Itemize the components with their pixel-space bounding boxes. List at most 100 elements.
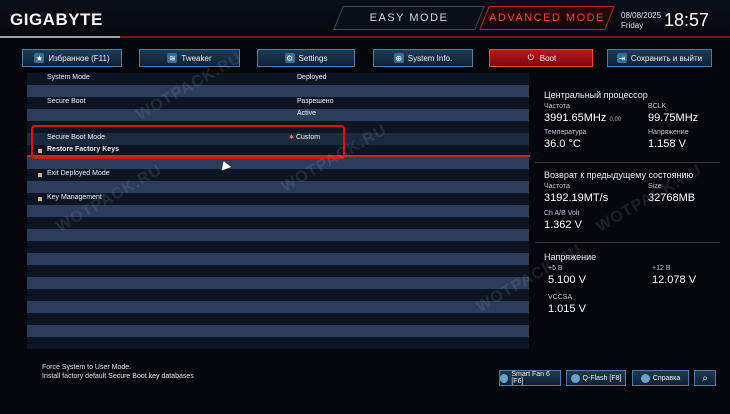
temperature-label: Температура xyxy=(544,129,587,136)
setting-row-secure-boot-status: Active xyxy=(27,109,529,121)
setting-row-secure-boot[interactable]: Secure Boot Разрешено xyxy=(27,97,529,109)
section-divider xyxy=(535,242,720,243)
setting-row-spacer xyxy=(27,217,529,229)
cpu-frequency-value: 3991.65MHz 0.00 xyxy=(544,112,622,124)
setting-row-system-mode[interactable]: System Mode Deployed xyxy=(27,73,529,85)
setting-label: Key Management xyxy=(47,194,102,201)
tab-label: Settings xyxy=(298,53,328,63)
setting-row-spacer xyxy=(27,325,529,337)
search-button[interactable]: ⌕ xyxy=(694,370,716,386)
cpu-voltage-label: Напряжение xyxy=(648,129,689,136)
main-tabs: ★ Избранное (F11) ≋ Tweaker ⚙ Settings ⊕… xyxy=(22,49,712,67)
date-display: 08/08/2025 Friday xyxy=(621,11,661,31)
info-icon: ⊕ xyxy=(393,53,404,63)
setting-row-spacer xyxy=(27,313,529,325)
setting-row-spacer xyxy=(27,85,529,97)
setting-label: System Mode xyxy=(47,74,90,81)
memory-size-value: 32768MB xyxy=(648,192,696,204)
help-line: Force System to User Mode. xyxy=(42,364,132,371)
tab-settings[interactable]: ⚙ Settings xyxy=(257,49,355,67)
power-icon: ⏻ xyxy=(527,53,534,62)
easy-mode-label: EASY MODE xyxy=(369,12,449,24)
tab-label: Boot xyxy=(539,53,557,63)
memory-frequency: Частота 3192.19MT/s xyxy=(544,183,608,204)
setting-row-exit-deployed[interactable]: Exit Deployed Mode xyxy=(27,169,529,181)
qflash-button[interactable]: Q-Flash [F8] xyxy=(566,370,626,386)
clock: 18:57 xyxy=(664,10,710,30)
day-text: Friday xyxy=(621,21,644,30)
easy-mode-button[interactable]: EASY MODE xyxy=(333,6,485,30)
vccsa-label: VCCSA xyxy=(548,294,573,301)
voltage-vccsa: VCCSA 1.015 V xyxy=(548,294,586,315)
setting-row-key-management[interactable]: Key Management xyxy=(27,193,529,205)
cpu-temperature: Температура 36.0 °C xyxy=(544,129,586,150)
voltage-5v-label: +5 В xyxy=(548,265,563,272)
voltage-5v: +5 В 5.100 V xyxy=(548,265,586,286)
setting-row-spacer xyxy=(27,265,529,277)
bullet-icon xyxy=(38,173,42,177)
memory-size-label: Size xyxy=(648,183,662,190)
tab-label: Избранное (F11) xyxy=(48,53,110,63)
memory-title: Возврат к предыдущему состоянию xyxy=(544,170,694,180)
setting-label: Exit Deployed Mode xyxy=(47,170,110,177)
setting-label: Secure Boot xyxy=(47,98,86,105)
voltage-5v-value: 5.100 V xyxy=(548,274,586,286)
setting-value: Разрешено xyxy=(297,98,334,105)
help-label: Справка xyxy=(652,374,681,382)
smart-fan-label: Smart Fan 6 [F6] xyxy=(511,371,550,385)
tab-boot[interactable]: ⏻ Boot xyxy=(489,49,593,67)
vccsa-value: 1.015 V xyxy=(548,303,586,315)
help-text: Force System to User Mode. Install facto… xyxy=(42,363,194,381)
section-divider xyxy=(535,162,720,163)
date-text: 08/08/2025 xyxy=(621,11,662,20)
memory-voltage-value: 1.362 V xyxy=(544,219,582,231)
setting-row-spacer xyxy=(27,301,529,313)
advanced-mode-label: ADVANCED MODE xyxy=(489,12,605,24)
tab-favorites[interactable]: ★ Избранное (F11) xyxy=(22,49,122,67)
smart-fan-button[interactable]: Smart Fan 6 [F6] xyxy=(499,370,561,386)
cpu-frequency-label: Частота xyxy=(544,103,570,110)
tweaker-icon: ≋ xyxy=(167,53,178,63)
tab-tweaker[interactable]: ≋ Tweaker xyxy=(139,49,240,67)
setting-value: Active xyxy=(297,110,317,117)
memory-voltage-label: Ch A/B Volt xyxy=(544,210,580,217)
voltage-title: Напряжение xyxy=(544,252,597,262)
qflash-label: Q-Flash [F8] xyxy=(582,374,622,382)
cpu-frequency: Частота 3991.65MHz 0.00 xyxy=(544,103,621,124)
setting-row-spacer xyxy=(27,253,529,265)
help-line: Install factory default Secure Boot key … xyxy=(42,373,194,380)
tab-label: Сохранить и выйти xyxy=(630,53,703,63)
setting-row-spacer xyxy=(27,205,529,217)
setting-row-spacer xyxy=(27,229,529,241)
setting-row-spacer xyxy=(27,181,529,193)
search-icon: ⌕ xyxy=(702,372,708,384)
gear-icon: ⚙ xyxy=(284,53,295,63)
help-icon xyxy=(640,373,650,383)
logo-underline xyxy=(0,36,120,38)
memory-voltage: Ch A/B Volt 1.362 V xyxy=(544,210,582,231)
tab-system-info[interactable]: ⊕ System Info. xyxy=(373,49,473,67)
exit-icon: ⇥ xyxy=(616,53,627,63)
highlight-frame xyxy=(31,125,345,159)
top-bar: GIGABYTE EASY MODE ADVANCED MODE 08/08/2… xyxy=(0,0,730,42)
voltage-12v-value: 12.078 V xyxy=(652,274,697,286)
fan-icon xyxy=(500,373,509,383)
advanced-mode-button[interactable]: ADVANCED MODE xyxy=(479,6,615,30)
help-button[interactable]: Справка xyxy=(632,370,689,386)
memory-size: Size 32768MB xyxy=(648,183,695,204)
tab-save-exit[interactable]: ⇥ Сохранить и выйти xyxy=(607,49,712,67)
setting-row-spacer xyxy=(27,277,529,289)
bullet-icon xyxy=(38,197,42,201)
cpu-voltage: Напряжение 1.158 V xyxy=(648,129,689,150)
bclk-value: 99.75MHz xyxy=(648,112,699,124)
bclk-label: BCLK xyxy=(648,103,667,110)
setting-value: Deployed xyxy=(297,74,327,81)
qflash-icon xyxy=(570,373,580,383)
temperature-value: 36.0 °C xyxy=(544,138,581,150)
gigabyte-logo: GIGABYTE xyxy=(10,10,103,29)
memory-frequency-label: Частота xyxy=(544,183,570,190)
settings-panel: System Mode Deployed Secure Boot Разреше… xyxy=(27,73,529,349)
voltage-12v: +12 В 12.078 V xyxy=(652,265,696,286)
star-icon: ★ xyxy=(34,53,45,63)
tab-label: Tweaker xyxy=(181,53,212,63)
